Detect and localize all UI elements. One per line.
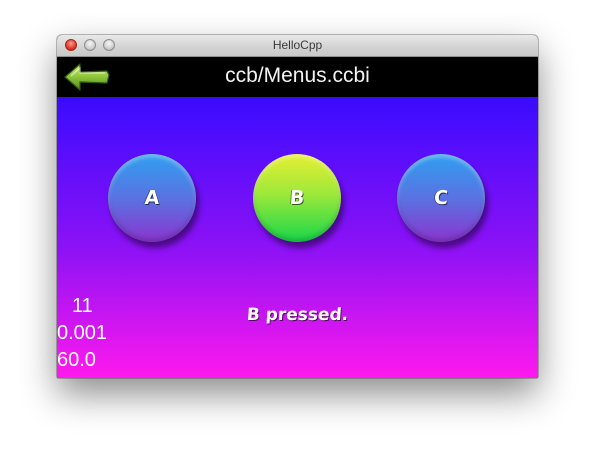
menu-button-c-label: C — [433, 187, 449, 209]
scene-header-bar: ccb/Menus.ccbi — [57, 57, 538, 97]
status-message: B pressed. — [246, 305, 349, 325]
menu-button-b[interactable]: B — [253, 154, 341, 242]
seconds-per-frame-stat: 0.001 — [57, 322, 108, 344]
title-bar: HelloCpp — [57, 35, 538, 57]
window-title: HelloCpp — [272, 38, 323, 52]
menu-button-c[interactable]: C — [397, 154, 485, 242]
menu-button-b-label: B — [288, 187, 306, 209]
menu-button-a[interactable]: A — [108, 154, 196, 242]
debug-stats: 11 0.001 60.0 — [57, 293, 117, 374]
scene-title: ccb/Menus.ccbi — [225, 64, 370, 87]
fps-stat: 60.0 — [57, 349, 96, 371]
draw-calls-stat: 11 — [72, 295, 93, 317]
menu-scene: A B C B pressed. 11 0.001 60.0 — [57, 97, 538, 378]
app-window: HelloCpp ccb/Menus.ccbi A B C B pressed.… — [57, 35, 538, 378]
menu-button-a-label: A — [143, 187, 161, 209]
